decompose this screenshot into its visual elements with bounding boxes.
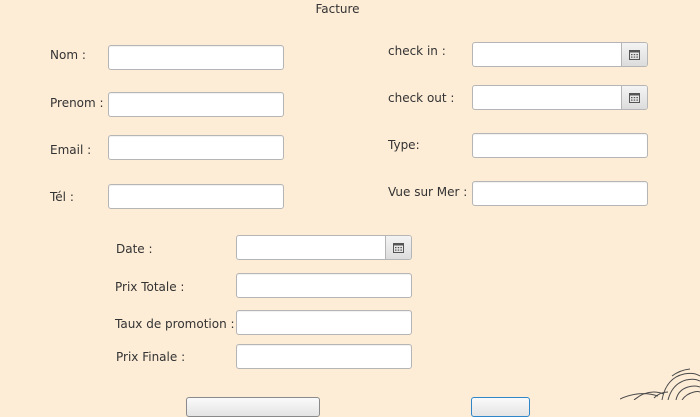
checkout-datepicker	[472, 85, 648, 110]
nom-field-wrapper	[108, 45, 284, 70]
prix-finale-field-wrapper	[236, 344, 412, 369]
checkout-calendar-button[interactable]	[621, 86, 647, 109]
date-label: Date :	[116, 242, 153, 256]
checkin-calendar-button[interactable]	[621, 43, 647, 66]
checkin-label: check in :	[388, 44, 446, 58]
prix-totale-label: Prix Totale :	[115, 280, 185, 294]
email-field[interactable]	[109, 136, 283, 159]
vue-sur-mer-field-wrapper	[472, 181, 648, 206]
tel-label: Tél :	[50, 190, 74, 204]
nom-label: Nom :	[50, 48, 86, 62]
calendar-icon	[629, 92, 640, 103]
date-calendar-button[interactable]	[385, 236, 411, 259]
calendar-icon	[629, 49, 640, 60]
prenom-label: Prenom :	[50, 96, 104, 110]
window-title: Facture	[315, 2, 360, 16]
tel-field-wrapper	[108, 184, 284, 209]
bottom-right-button[interactable]	[471, 397, 530, 417]
taux-promotion-field-wrapper	[236, 310, 412, 335]
prix-finale-label: Prix Finale :	[116, 350, 186, 364]
prenom-field-wrapper	[108, 92, 284, 117]
prenom-field[interactable]	[109, 93, 283, 116]
type-label: Type:	[388, 138, 420, 152]
tel-field[interactable]	[109, 185, 283, 208]
checkin-field[interactable]	[473, 43, 621, 66]
decorative-line-art-icon	[620, 368, 700, 400]
type-field-wrapper	[472, 133, 648, 158]
type-field[interactable]	[473, 134, 647, 157]
prix-totale-field[interactable]	[237, 274, 411, 297]
vue-sur-mer-field[interactable]	[473, 182, 647, 205]
vue-sur-mer-label: Vue sur Mer :	[388, 185, 468, 199]
email-field-wrapper	[108, 135, 284, 160]
nom-field[interactable]	[109, 46, 283, 69]
email-label: Email :	[50, 143, 92, 157]
bottom-left-button[interactable]	[186, 397, 320, 417]
date-datepicker	[236, 235, 412, 260]
taux-promotion-field[interactable]	[237, 311, 411, 334]
checkin-datepicker	[472, 42, 648, 67]
prix-totale-field-wrapper	[236, 273, 412, 298]
checkout-label: check out :	[388, 91, 455, 105]
checkout-field[interactable]	[473, 86, 621, 109]
date-field[interactable]	[237, 236, 385, 259]
calendar-icon	[393, 242, 404, 253]
prix-finale-field[interactable]	[237, 345, 411, 368]
taux-promotion-label: Taux de promotion :	[115, 317, 235, 331]
